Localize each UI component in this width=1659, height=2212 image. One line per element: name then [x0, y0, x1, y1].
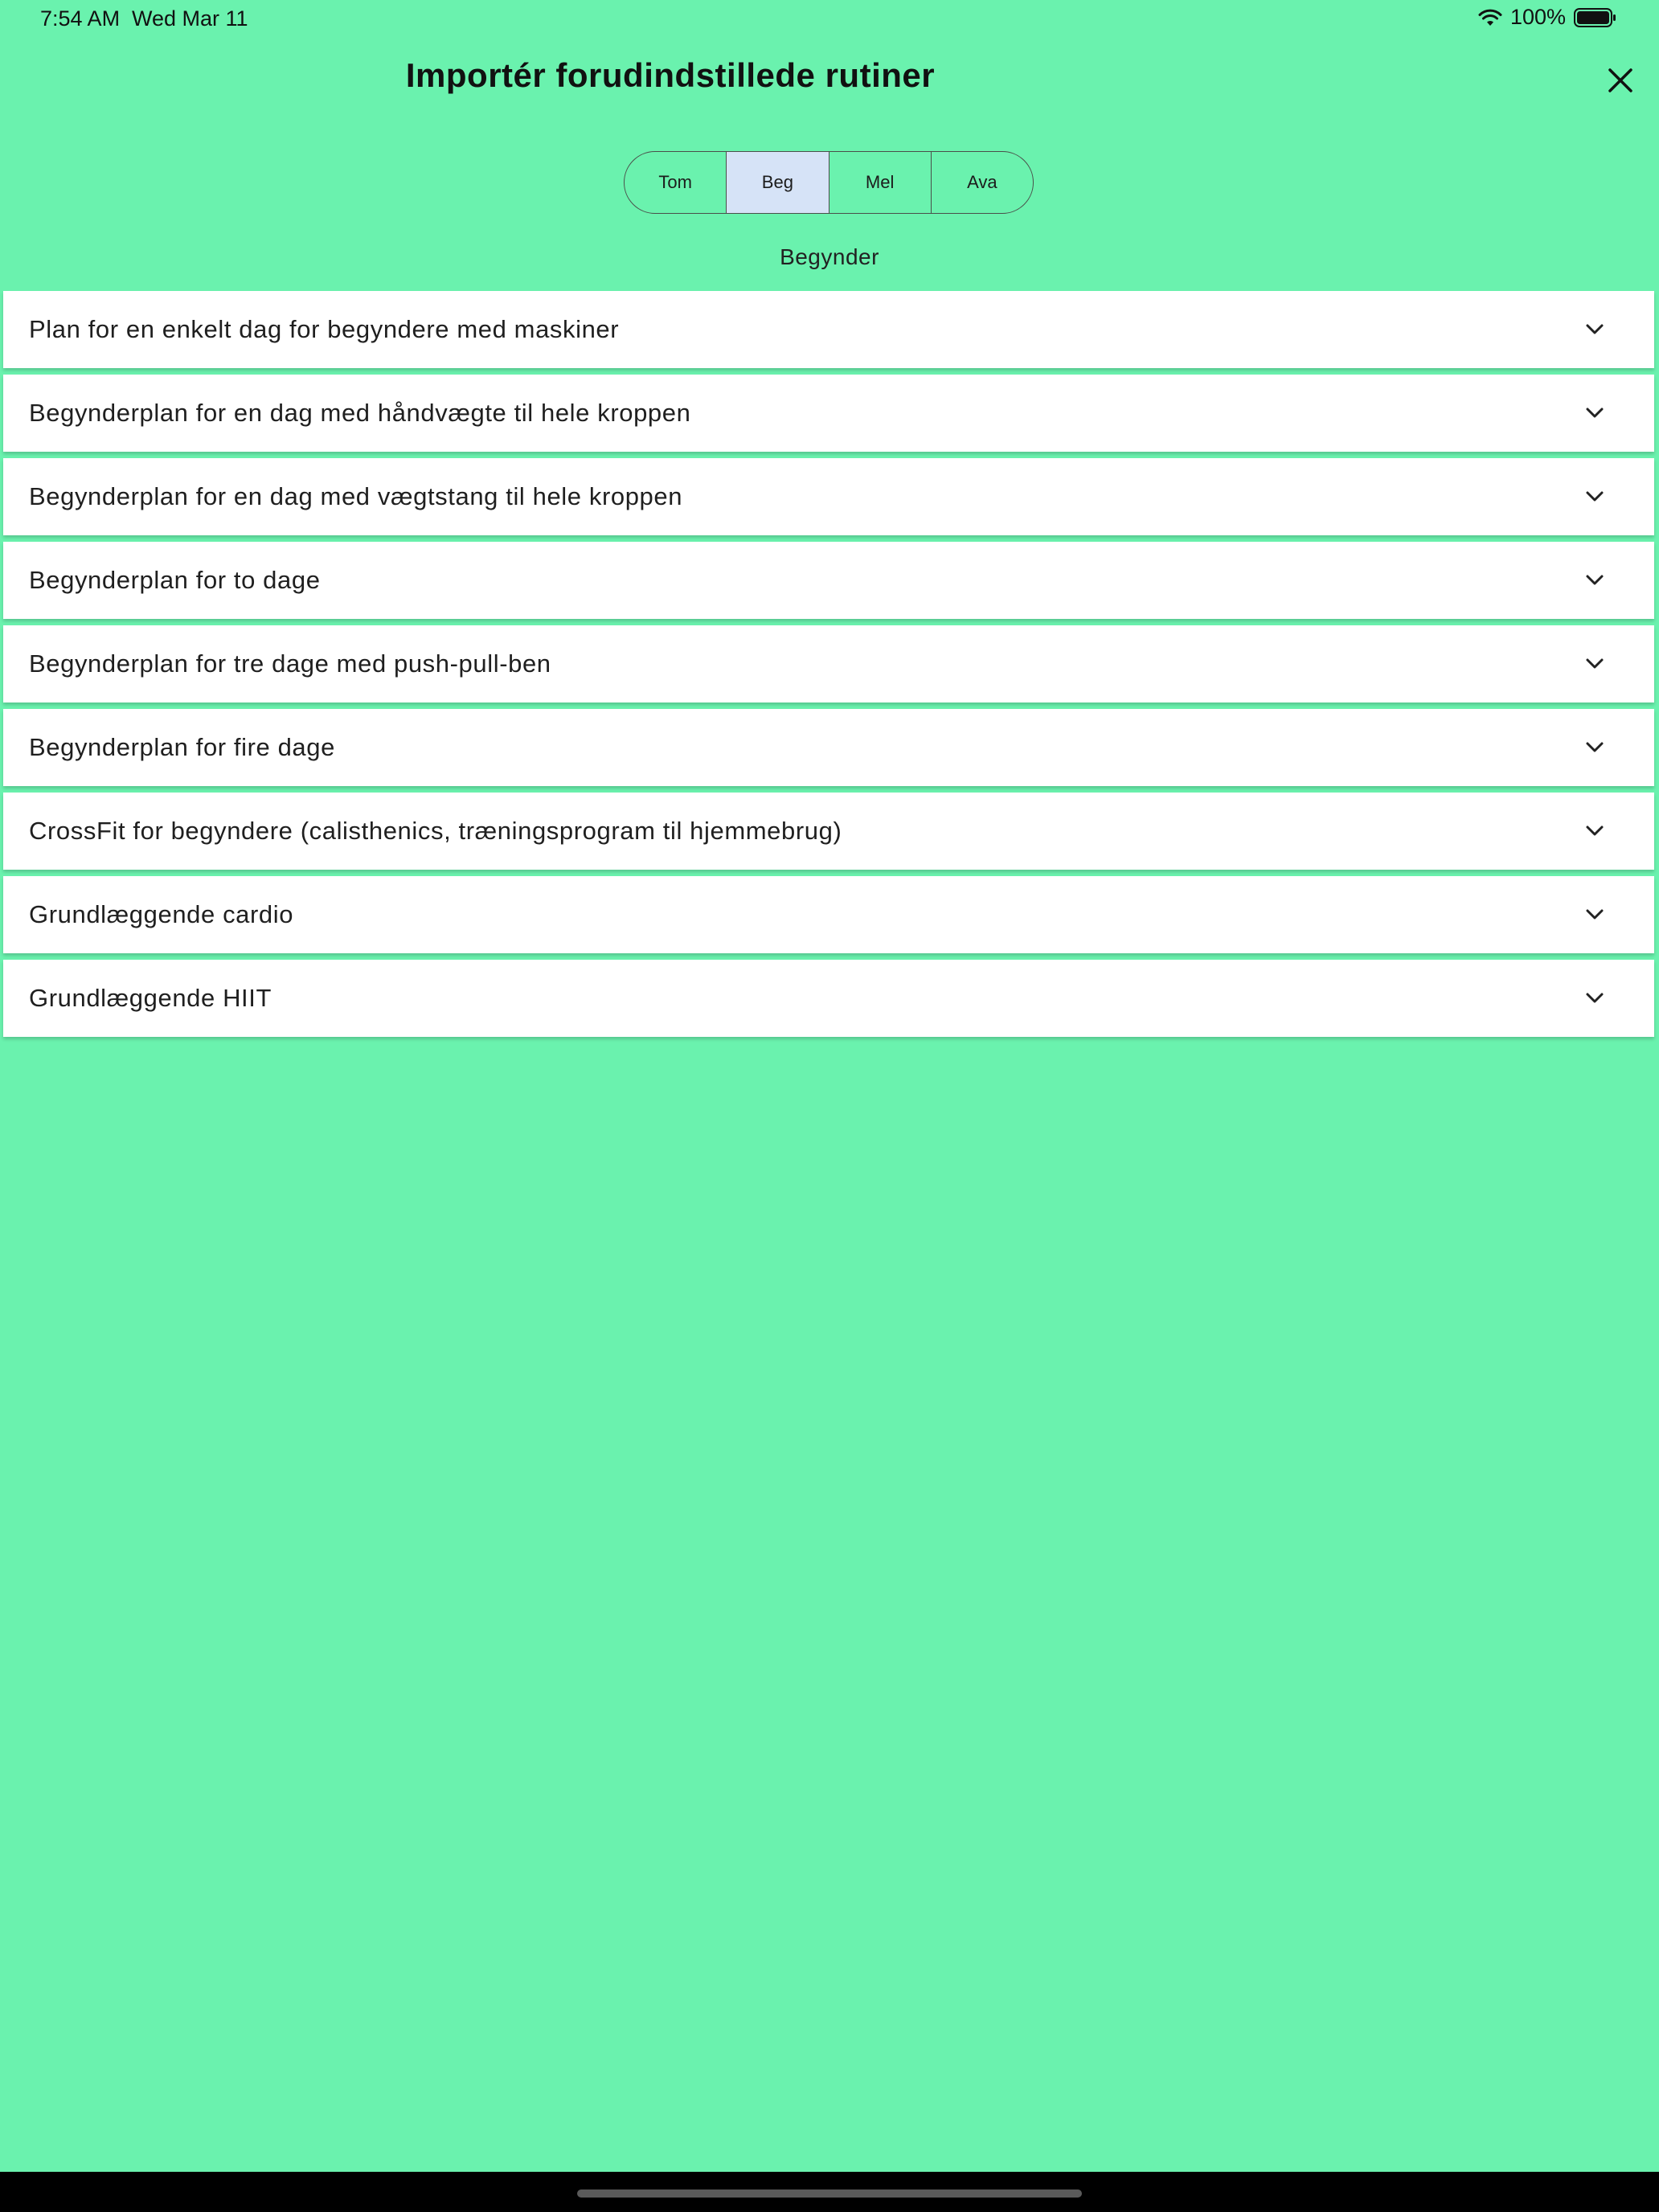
battery-icon	[1574, 7, 1617, 28]
routine-label: Plan for en enkelt dag for begyndere med…	[29, 315, 620, 343]
routine-item[interactable]: CrossFit for begyndere (calisthenics, tr…	[3, 793, 1654, 870]
routine-list: Plan for en enkelt dag for begyndere med…	[3, 291, 1654, 1043]
routine-label: Begynderplan for tre dage med push-pull-…	[29, 649, 551, 678]
chevron-down-icon	[1583, 736, 1606, 759]
routine-label: Begynderplan for to dage	[29, 566, 321, 594]
chevron-down-icon	[1583, 402, 1606, 424]
routine-item[interactable]: Begynderplan for tre dage med push-pull-…	[3, 625, 1654, 703]
status-time: 7:54 AM	[40, 6, 121, 31]
level-label: Begynder	[780, 244, 879, 269]
battery-percent: 100%	[1509, 5, 1566, 29]
home-indicator[interactable]	[577, 2189, 1082, 2198]
page-title: Importér forudindstillede rutiner	[405, 56, 936, 94]
close-button[interactable]	[1601, 63, 1640, 101]
routine-item[interactable]: Begynderplan for en dag med vægtstang ti…	[3, 458, 1654, 535]
status-bar: 7:54 AM Wed Mar 11 100%	[0, 0, 1659, 39]
routine-item[interactable]: Grundlæggende cardio	[3, 876, 1654, 953]
segment-tom[interactable]: Tom	[625, 152, 726, 213]
routine-label: CrossFit for begyndere (calisthenics, tr…	[29, 817, 842, 845]
segment-beg[interactable]: Beg	[726, 152, 829, 213]
wifi-icon	[1478, 8, 1502, 27]
routine-label: Begynderplan for fire dage	[29, 733, 335, 761]
routine-item[interactable]: Begynderplan for to dage	[3, 542, 1654, 619]
routine-label: Grundlæggende HIIT	[29, 984, 272, 1012]
status-indicators: 100%	[1478, 5, 1617, 30]
routine-item[interactable]: Begynderplan for en dag med håndvægte ti…	[3, 375, 1654, 452]
routine-item[interactable]: Plan for en enkelt dag for begyndere med…	[3, 291, 1654, 368]
routine-label: Grundlæggende cardio	[29, 900, 294, 928]
level-segmented-control: Tom Beg Mel Ava	[624, 151, 1034, 214]
chevron-down-icon	[1583, 987, 1606, 1010]
status-date: Wed Mar 11	[132, 6, 248, 31]
chevron-down-icon	[1583, 903, 1606, 926]
chevron-down-icon	[1583, 485, 1606, 508]
segment-ava[interactable]: Ava	[930, 152, 1033, 213]
segment-mel[interactable]: Mel	[828, 152, 931, 213]
chevron-down-icon	[1583, 318, 1606, 341]
chevron-down-icon	[1583, 569, 1606, 592]
routine-item[interactable]: Grundlæggende HIIT	[3, 960, 1654, 1037]
close-icon	[1607, 67, 1634, 98]
chevron-down-icon	[1583, 820, 1606, 842]
chevron-down-icon	[1583, 653, 1606, 675]
routine-label: Begynderplan for en dag med håndvægte ti…	[29, 399, 691, 427]
routine-item[interactable]: Begynderplan for fire dage	[3, 709, 1654, 786]
routine-label: Begynderplan for en dag med vægtstang ti…	[29, 482, 683, 510]
